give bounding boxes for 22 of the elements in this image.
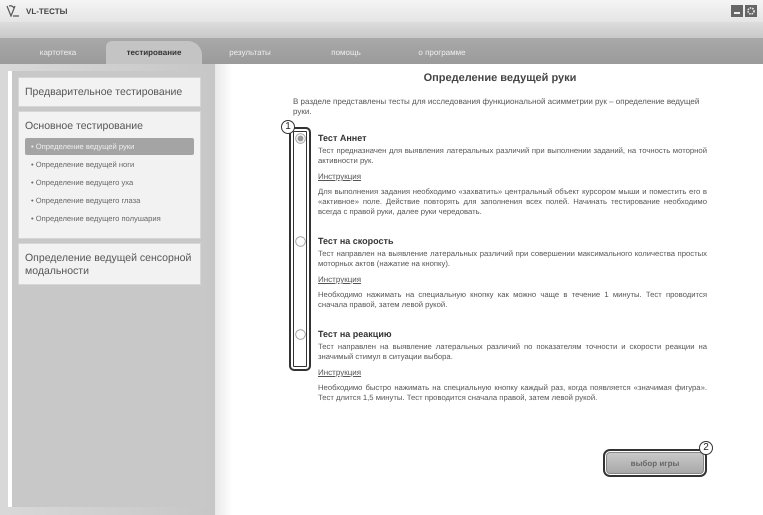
- choose-game-button[interactable]: выбор игры: [606, 452, 704, 474]
- radio-button[interactable]: [295, 329, 306, 340]
- tab[interactable]: тестирование: [106, 41, 202, 64]
- test-name: Тест Аннет: [318, 133, 368, 143]
- section-title[interactable]: Определение ведущей сенсорной модальности: [25, 250, 194, 280]
- minimize-icon[interactable]: [731, 5, 743, 17]
- radio-button[interactable]: [295, 236, 306, 247]
- callout-number: 1: [281, 120, 295, 134]
- callout-number: 2: [699, 441, 713, 455]
- radio-button[interactable]: [295, 133, 306, 144]
- test-name: Тест на реакцию: [318, 329, 393, 339]
- test-name: Тест на скорость: [318, 236, 395, 246]
- section-title[interactable]: Предварительное тестирование: [25, 84, 194, 101]
- section-title[interactable]: Основное тестирование: [25, 118, 194, 134]
- intro-text: В разделе представлены тесты для исследования функциональной асимметрии рук – определение ведущей руки.: [293, 97, 700, 117]
- page-heading: Определение ведущей руки: [422, 72, 578, 84]
- logo-icon: [6, 5, 20, 17]
- instruction-link[interactable]: Инструкция: [318, 172, 362, 181]
- settings-icon[interactable]: [745, 5, 757, 17]
- window-title: VL-ТЕСТЫ: [26, 6, 68, 16]
- instruction-link[interactable]: Инструкция: [318, 368, 362, 377]
- instruction-link[interactable]: Инструкция: [318, 275, 362, 284]
